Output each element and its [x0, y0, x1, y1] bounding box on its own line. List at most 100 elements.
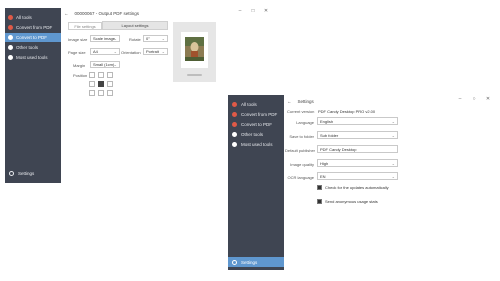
margin-select[interactable]: Small (1cm) ⌄ — [90, 61, 120, 68]
orientation-value: Portrait — [146, 49, 159, 54]
sidebar-item-label: Most used tools — [16, 55, 48, 60]
sidebar-item-convert-to-pdf[interactable]: Convert to PDF — [228, 120, 284, 129]
position-bottom-left[interactable] — [89, 90, 95, 96]
ocr-language-value: EN — [320, 174, 326, 179]
position-middle-center[interactable] — [98, 81, 104, 87]
sidebar-item-most-used-tools[interactable]: Most used tools — [228, 140, 284, 149]
language-label: Language — [296, 120, 314, 125]
language-select[interactable]: English ⌄ — [317, 117, 398, 125]
maximize-button[interactable]: ○ — [470, 96, 478, 102]
check-updates-checkbox[interactable] — [317, 185, 322, 190]
all-tools-icon — [8, 15, 13, 20]
image-quality-select[interactable]: High ⌄ — [317, 159, 398, 167]
chevron-down-icon: ⌄ — [391, 119, 395, 124]
chevron-down-icon: ⌄ — [391, 161, 395, 166]
rotate-label: Rotate — [129, 37, 141, 42]
sidebar-item-label: Settings — [18, 171, 35, 176]
sidebar-item-label: Most used tools — [241, 142, 273, 147]
image-size-select[interactable]: Scale image ⌄ — [90, 35, 120, 42]
sidebar-item-label: Other tools — [241, 132, 264, 137]
page-size-value: A4 — [93, 49, 98, 54]
back-arrow-icon[interactable]: ← — [287, 99, 292, 104]
position-bottom-right[interactable] — [107, 90, 113, 96]
save-to-folder-select[interactable]: Sub folder ⌄ — [317, 131, 398, 139]
sidebar-item-settings[interactable]: Settings — [5, 169, 61, 178]
back-arrow-icon[interactable]: ← — [64, 11, 69, 16]
convert-from-pdf-icon — [8, 25, 13, 30]
position-bottom-center[interactable] — [98, 90, 104, 96]
default-publisher-label: Default publisher — [285, 148, 316, 153]
send-stats-checkbox[interactable] — [317, 199, 322, 204]
preview-page — [181, 32, 208, 68]
chevron-down-icon: ⌄ — [161, 36, 165, 41]
current-version-label: Current version — [287, 109, 315, 114]
position-middle-left[interactable] — [89, 81, 95, 87]
chevron-down-icon: ⌄ — [113, 36, 117, 41]
chevron-down-icon: ⌄ — [113, 49, 117, 54]
minimize-button[interactable]: – — [456, 96, 464, 102]
page-preview — [173, 22, 216, 82]
other-tools-icon — [232, 132, 237, 137]
check-updates-label: Check for the updates automatically — [325, 185, 389, 190]
sidebar-item-label: Convert to PDF — [16, 35, 48, 40]
sidebar-item-other-tools[interactable]: Other tools — [228, 130, 284, 139]
margin-value: Small (1cm) — [93, 62, 115, 67]
sidebar-item-label: All tools — [241, 102, 257, 107]
sidebar-item-label: Convert from PDF — [241, 112, 278, 117]
language-value: English — [320, 119, 334, 124]
default-publisher-input[interactable]: PDF Candy Desktop — [317, 145, 398, 153]
position-middle-right[interactable] — [107, 81, 113, 87]
orientation-select[interactable]: Portrait ⌄ — [143, 48, 168, 55]
sidebar-item-most-used-tools[interactable]: Most used tools — [5, 53, 61, 62]
close-button[interactable]: ✕ — [484, 96, 492, 102]
sidebar-item-all-tools[interactable]: All tools — [5, 13, 61, 22]
position-top-left[interactable] — [89, 72, 95, 78]
sidebar-item-label: All tools — [16, 15, 32, 20]
convert-to-pdf-icon — [232, 122, 237, 127]
save-to-folder-label: Save to folder — [289, 134, 314, 139]
most-used-tools-icon — [8, 55, 13, 60]
settings-window: All tools Convert from PDF Convert to PD… — [226, 92, 500, 270]
save-to-folder-value: Sub folder — [320, 133, 339, 138]
minimize-button[interactable]: – — [236, 8, 244, 14]
chevron-down-icon: ⌄ — [391, 174, 395, 179]
page-size-select[interactable]: A4 ⌄ — [90, 48, 120, 55]
sidebar-item-other-tools[interactable]: Other tools — [5, 43, 61, 52]
image-size-label: Image size — [68, 37, 88, 42]
preview-scrollbar[interactable] — [187, 74, 202, 76]
rotate-select[interactable]: 0° ⌄ — [143, 35, 168, 42]
ocr-language-select[interactable]: EN ⌄ — [317, 172, 398, 180]
position-top-right[interactable] — [107, 72, 113, 78]
front-sidebar: All tools Convert from PDF Convert to PD… — [228, 95, 284, 270]
tab-layout-settings[interactable]: Layout settings — [102, 21, 168, 30]
close-button[interactable]: ✕ — [262, 8, 270, 14]
all-tools-icon — [232, 102, 237, 107]
sidebar-item-all-tools[interactable]: All tools — [228, 100, 284, 109]
image-quality-label: Image quality — [290, 162, 314, 167]
back-sidebar: All tools Convert from PDF Convert to PD… — [5, 8, 61, 183]
convert-to-pdf-icon — [8, 35, 13, 40]
ocr-language-label: OCR language — [287, 175, 314, 180]
gear-icon — [232, 259, 237, 265]
send-stats-label: Send anonymous usage stats — [325, 199, 378, 204]
chevron-down-icon: ⌄ — [391, 133, 395, 138]
maximize-button[interactable]: □ — [249, 8, 257, 14]
front-titlebar: ← Settings — [287, 97, 314, 105]
preview-image — [185, 37, 204, 61]
position-label: Position — [73, 73, 88, 78]
sidebar-item-label: Other tools — [16, 45, 39, 50]
sidebar-item-convert-to-pdf[interactable]: Convert to PDF — [5, 33, 61, 42]
sidebar-item-convert-from-pdf[interactable]: Convert from PDF — [5, 23, 61, 32]
rotate-value: 0° — [146, 36, 150, 41]
tab-file-settings[interactable]: File settings — [68, 22, 102, 30]
position-top-center[interactable] — [98, 72, 104, 78]
chevron-down-icon: ⌄ — [161, 49, 165, 54]
current-version-value: PDF Candy Desktop PRO v2.00 — [318, 109, 376, 114]
sidebar-item-convert-from-pdf[interactable]: Convert from PDF — [228, 110, 284, 119]
sidebar-item-settings[interactable]: Settings — [228, 257, 284, 267]
sidebar-item-label: Settings — [241, 259, 258, 265]
page-size-label: Page size — [68, 50, 86, 55]
convert-from-pdf-icon — [232, 112, 237, 117]
default-publisher-value: PDF Candy Desktop — [320, 147, 357, 152]
image-size-value: Scale image — [93, 36, 116, 41]
